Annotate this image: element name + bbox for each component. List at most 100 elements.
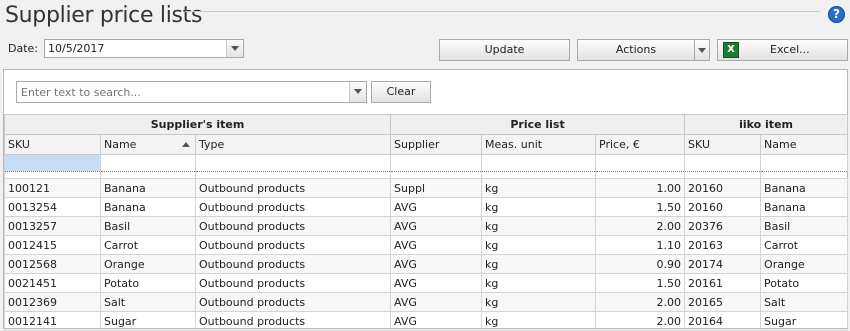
table-row[interactable]: 0021451 Potato Outbound products AVG kg 1.50 2… [4, 273, 849, 293]
column-header-name[interactable]: Name [100, 134, 196, 155]
cell-price[interactable]: 1.50 [595, 197, 686, 217]
cell-type[interactable]: Outbound products [194, 197, 392, 217]
cell-sku[interactable]: 0013254 [4, 197, 101, 217]
cell-iiko-name[interactable]: Potato [760, 273, 849, 293]
search-input[interactable] [17, 82, 355, 102]
cell-iiko-name[interactable]: Sugar [760, 311, 849, 331]
filter-cell[interactable] [684, 154, 762, 172]
filter-cell[interactable] [100, 154, 196, 172]
cell-price[interactable]: 2.00 [595, 311, 686, 331]
date-picker[interactable]: 10/5/2017 [44, 39, 244, 58]
column-header-sku[interactable]: SKU [4, 134, 101, 155]
cell-sku[interactable]: 0012141 [4, 311, 101, 331]
cell-sku[interactable]: 0012415 [4, 235, 101, 255]
filter-cell[interactable] [390, 154, 483, 172]
table-row[interactable]: 0012141 Sugar Outbound products AVG kg 2.00 20… [4, 311, 849, 331]
cell-meas-unit[interactable]: kg [481, 216, 597, 236]
cell-supplier[interactable]: AVG [390, 197, 483, 217]
table-row[interactable]: 100121 Banana Outbound products Suppl kg 1.00… [4, 178, 849, 198]
filter-cell[interactable] [481, 154, 597, 172]
cell-meas-unit[interactable]: kg [481, 311, 597, 331]
filter-cell[interactable] [595, 154, 686, 172]
cell-supplier[interactable]: AVG [390, 311, 483, 331]
cell-iiko-sku[interactable]: 20161 [684, 273, 762, 293]
cell-iiko-name[interactable]: Carrot [760, 235, 849, 255]
cell-name[interactable]: Banana [100, 178, 196, 198]
excel-button[interactable]: X Excel... [717, 39, 848, 61]
cell-iiko-name[interactable]: Banana [760, 197, 849, 217]
cell-iiko-sku[interactable]: 20165 [684, 292, 762, 312]
cell-sku[interactable]: 0021451 [4, 273, 101, 293]
actions-button[interactable]: Actions [577, 39, 695, 61]
column-header-meas-unit[interactable]: Meas. unit [481, 134, 597, 155]
filter-cell[interactable] [194, 154, 392, 172]
cell-price[interactable]: 1.10 [595, 235, 686, 255]
cell-type[interactable]: Outbound products [194, 254, 392, 274]
cell-price[interactable]: 2.00 [595, 292, 686, 312]
table-row[interactable]: 0013254 Banana Outbound products AVG kg 1.50 2… [4, 197, 849, 217]
cell-iiko-name[interactable]: Salt [760, 292, 849, 312]
filter-row[interactable] [4, 154, 849, 172]
help-icon[interactable]: ? [828, 6, 845, 23]
column-header-supplier[interactable]: Supplier [390, 134, 483, 155]
cell-type[interactable]: Outbound products [194, 311, 392, 331]
cell-meas-unit[interactable]: kg [481, 273, 597, 293]
cell-iiko-sku[interactable]: 20164 [684, 311, 762, 331]
cell-sku[interactable]: 0012369 [4, 292, 101, 312]
cell-iiko-name[interactable]: Orange [760, 254, 849, 274]
cell-iiko-sku[interactable]: 20160 [684, 197, 762, 217]
cell-type[interactable]: Outbound products [194, 216, 392, 236]
filter-cell[interactable] [4, 154, 101, 172]
cell-type[interactable]: Outbound products [194, 178, 392, 198]
cell-meas-unit[interactable]: kg [481, 178, 597, 198]
cell-iiko-name[interactable]: Basil [760, 216, 849, 236]
cell-meas-unit[interactable]: kg [481, 292, 597, 312]
update-button[interactable]: Update [439, 39, 570, 61]
cell-sku[interactable]: 0013257 [4, 216, 101, 236]
cell-supplier[interactable]: AVG [390, 235, 483, 255]
cell-iiko-name[interactable]: Banana [760, 178, 849, 198]
cell-price[interactable]: 0.90 [595, 254, 686, 274]
cell-name[interactable]: Salt [100, 292, 196, 312]
cell-name[interactable]: Potato [100, 273, 196, 293]
cell-supplier[interactable]: AVG [390, 216, 483, 236]
cell-supplier[interactable]: AVG [390, 254, 483, 274]
cell-supplier[interactable]: Suppl [390, 178, 483, 198]
clear-button[interactable]: Clear [371, 81, 431, 103]
search-box[interactable] [16, 81, 367, 103]
column-header-price[interactable]: Price, € [595, 134, 686, 155]
cell-supplier[interactable]: AVG [390, 273, 483, 293]
chevron-down-icon[interactable] [349, 82, 366, 102]
cell-sku[interactable]: 100121 [4, 178, 101, 198]
cell-iiko-sku[interactable]: 20174 [684, 254, 762, 274]
actions-dropdown-button[interactable] [694, 39, 710, 61]
cell-meas-unit[interactable]: kg [481, 254, 597, 274]
column-header-iiko-name[interactable]: Name [760, 134, 849, 155]
table-row[interactable]: 0013257 Basil Outbound products AVG kg 2.00 20… [4, 216, 849, 236]
cell-type[interactable]: Outbound products [194, 292, 392, 312]
cell-name[interactable]: Carrot [100, 235, 196, 255]
cell-price[interactable]: 1.00 [595, 178, 686, 198]
cell-name[interactable]: Banana [100, 197, 196, 217]
cell-supplier[interactable]: AVG [390, 292, 483, 312]
cell-iiko-sku[interactable]: 20163 [684, 235, 762, 255]
table-row[interactable]: 0012369 Salt Outbound products AVG kg 2.00 201… [4, 292, 849, 312]
table-row[interactable]: 0012415 Carrot Outbound products AVG kg 1.10 2… [4, 235, 849, 255]
cell-meas-unit[interactable]: kg [481, 235, 597, 255]
cell-iiko-sku[interactable]: 20160 [684, 178, 762, 198]
cell-type[interactable]: Outbound products [194, 235, 392, 255]
cell-type[interactable]: Outbound products [194, 273, 392, 293]
cell-name[interactable]: Basil [100, 216, 196, 236]
cell-sku[interactable]: 0012568 [4, 254, 101, 274]
column-header-iiko-sku[interactable]: SKU [684, 134, 762, 155]
table-row[interactable]: 0012568 Orange Outbound products AVG kg 0.90 2… [4, 254, 849, 274]
chevron-down-icon[interactable] [226, 40, 243, 57]
cell-price[interactable]: 1.50 [595, 273, 686, 293]
date-value[interactable]: 10/5/2017 [48, 42, 104, 55]
filter-cell[interactable] [760, 154, 849, 172]
cell-name[interactable]: Sugar [100, 311, 196, 331]
cell-meas-unit[interactable]: kg [481, 197, 597, 217]
cell-price[interactable]: 2.00 [595, 216, 686, 236]
cell-name[interactable]: Orange [100, 254, 196, 274]
column-header-type[interactable]: Type [194, 134, 392, 155]
